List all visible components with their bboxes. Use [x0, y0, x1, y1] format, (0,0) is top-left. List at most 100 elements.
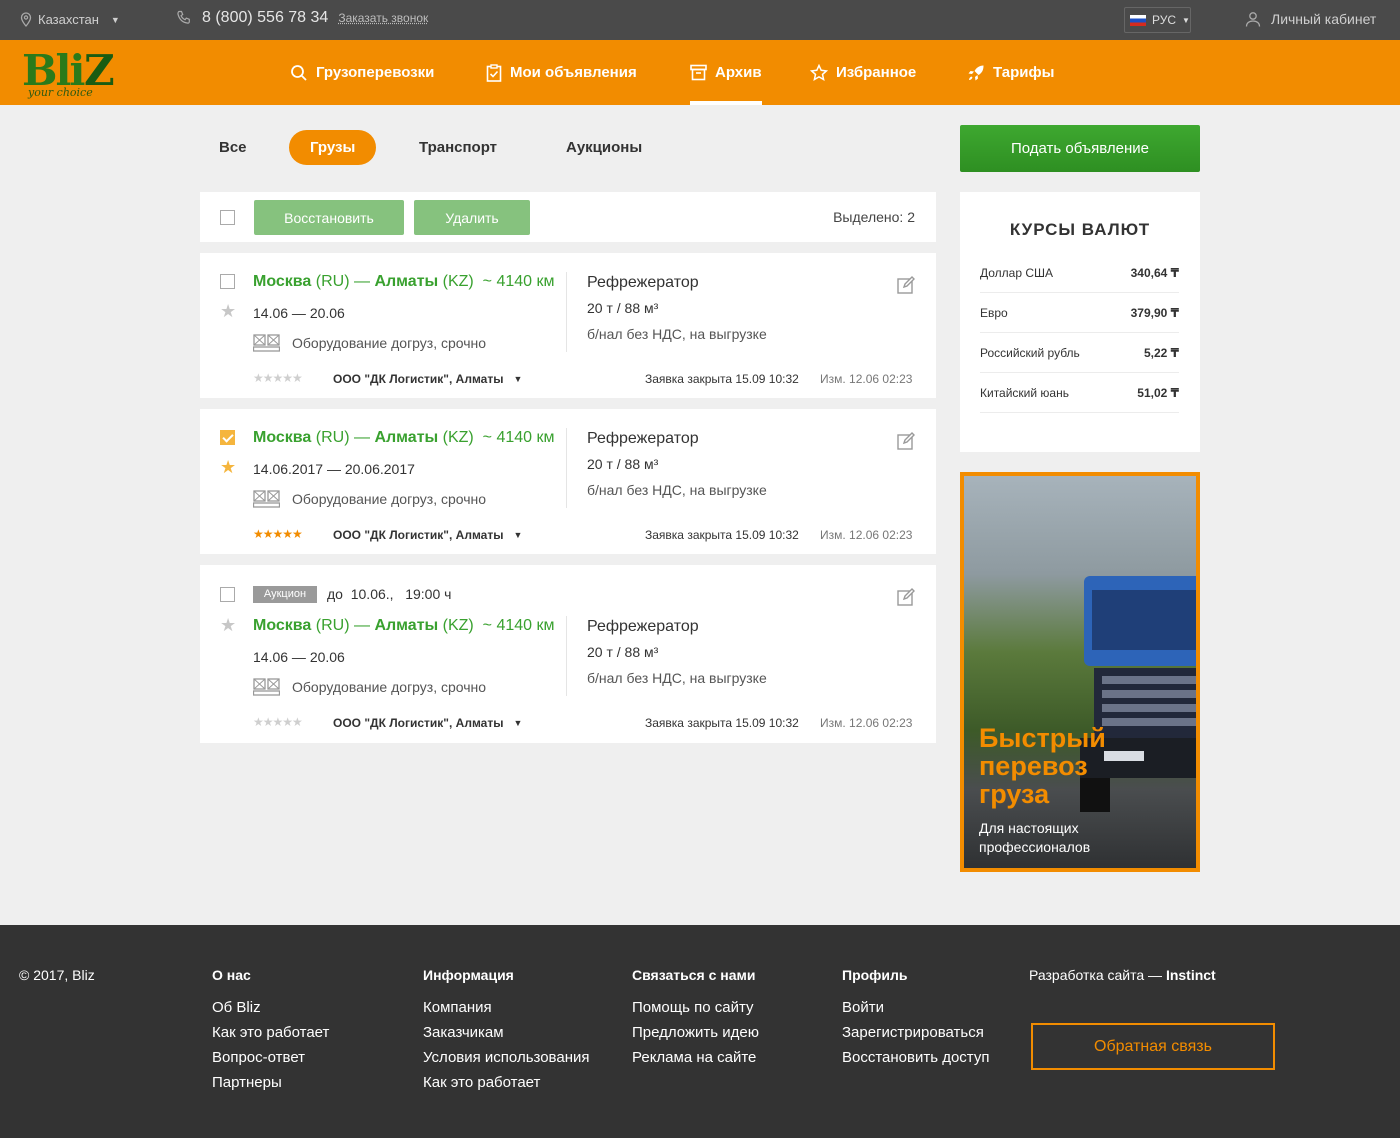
- ad-subtitle: Для настоящих профессионалов: [979, 819, 1090, 857]
- listing-dates: 14.06.2017 — 20.06.2017: [253, 461, 415, 477]
- listing-card-auction: ★ Аукцион до 10.06., 19:00 ч Москва (RU)…: [200, 565, 936, 743]
- nav-label: Мои объявления: [510, 64, 637, 81]
- footer-link[interactable]: Зарегистрироваться: [842, 1020, 989, 1045]
- submit-listing-button[interactable]: Подать объявление: [960, 125, 1200, 172]
- footer-link[interactable]: Помощь по сайту: [632, 995, 759, 1020]
- footer-link[interactable]: Заказчикам: [423, 1020, 590, 1045]
- footer-link[interactable]: Предложить идею: [632, 1020, 759, 1045]
- phone-number[interactable]: 8 (800) 556 78 34: [202, 9, 328, 27]
- route-to: Алматы: [374, 429, 439, 446]
- listing-checkbox[interactable]: [220, 430, 235, 445]
- auction-badge: Аукцион: [253, 586, 317, 603]
- route-dash: —: [354, 617, 370, 634]
- company-selector[interactable]: ООО "ДК Логистик", Алматы ▼: [333, 372, 522, 386]
- route-dash: —: [354, 429, 370, 446]
- footer-link[interactable]: Реклама на сайте: [632, 1045, 759, 1070]
- edit-icon[interactable]: [897, 432, 915, 450]
- rate-name: Российский рубль: [980, 345, 1080, 360]
- star-outline-icon: [810, 63, 828, 81]
- edit-icon[interactable]: [897, 276, 915, 294]
- location-selector[interactable]: Казахстан ▼: [20, 12, 120, 27]
- divider: [566, 428, 567, 508]
- chevron-down-icon: ▼: [513, 530, 523, 540]
- bulk-actions-toolbar: Восстановить Удалить Выделено: 2: [200, 192, 936, 242]
- favorite-star-icon[interactable]: ★: [220, 457, 236, 478]
- closed-status: Заявка закрыта 15.09 10:32: [645, 528, 799, 542]
- russia-flag-icon: [1130, 14, 1146, 26]
- route[interactable]: Москва (RU) — Алматы (KZ) ~ 4140 км: [253, 617, 554, 635]
- nav-label: Грузоперевозки: [316, 64, 435, 81]
- footer-column-title: Связаться с нами: [632, 967, 756, 983]
- filter-tab-cargo[interactable]: Грузы: [289, 130, 377, 165]
- language-label: РУС: [1152, 13, 1177, 27]
- nav-item-cargo-transport[interactable]: Грузоперевозки: [290, 40, 434, 105]
- company-name: ООО "ДК Логистик", Алматы: [333, 528, 504, 542]
- footer-link[interactable]: Как это работает: [212, 1020, 329, 1045]
- divider: [566, 616, 567, 696]
- rate-name: Доллар США: [980, 265, 1054, 280]
- filter-tab-auctions[interactable]: Аукционы: [566, 130, 642, 165]
- listing-checkbox[interactable]: [220, 587, 235, 602]
- select-all-checkbox[interactable]: [220, 210, 235, 225]
- route-dash: —: [354, 273, 370, 290]
- footer-link[interactable]: Условия использования: [423, 1045, 590, 1070]
- developer-credit[interactable]: Разработка сайта — Instinct: [1029, 967, 1216, 983]
- footer-link[interactable]: Об Bliz: [212, 995, 329, 1020]
- company-selector[interactable]: ООО "ДК Логистик", Алматы ▼: [333, 528, 522, 542]
- footer: © 2017, Bliz О нас Об Bliz Как это работ…: [0, 925, 1400, 1138]
- filter-tab-transport[interactable]: Транспорт: [419, 130, 497, 165]
- route-to-code: (KZ): [442, 273, 474, 290]
- route[interactable]: Москва (RU) — Алматы (KZ) ~ 4140 км: [253, 273, 554, 291]
- rate-value: 51,02 ₸: [1137, 385, 1179, 400]
- nav-item-favorites[interactable]: Избранное: [810, 40, 916, 105]
- cargo-description: Оборудование догруз, срочно: [253, 334, 486, 352]
- nav-item-tariffs[interactable]: Тарифы: [967, 40, 1054, 105]
- closed-status: Заявка закрыта 15.09 10:32: [645, 372, 799, 386]
- modified-date: Изм. 12.06 02:23: [820, 372, 913, 386]
- listing-checkbox[interactable]: [220, 274, 235, 289]
- route-to: Алматы: [374, 617, 439, 634]
- favorite-star-icon[interactable]: ★: [220, 301, 236, 322]
- footer-column-info: Информация Компания Заказчикам Условия и…: [423, 967, 590, 1095]
- footer-link[interactable]: Компания: [423, 995, 590, 1020]
- advertisement-banner[interactable]: Быстрый перевоз груза Для настоящих проф…: [960, 472, 1200, 872]
- footer-link[interactable]: Как это работает: [423, 1070, 590, 1095]
- phone-block: 8 (800) 556 78 34 Заказать звонок: [176, 9, 428, 27]
- route-distance: ~ 4140 км: [482, 617, 555, 634]
- developer-name: Instinct: [1165, 967, 1216, 983]
- chevron-down-icon: ▼: [513, 374, 523, 384]
- logo[interactable]: Bli Z your choice: [22, 46, 132, 102]
- language-selector[interactable]: РУС ▼: [1124, 7, 1191, 33]
- currency-rates-widget: КУРСЫ ВАЛЮТ Доллар США 340,64 ₸ Евро 379,9…: [960, 192, 1200, 452]
- feedback-button[interactable]: Обратная связь: [1031, 1023, 1275, 1070]
- ad-headline-line: груза: [979, 779, 1050, 809]
- route-from-code: (RU): [315, 617, 350, 634]
- restore-button[interactable]: Восстановить: [254, 200, 404, 235]
- callback-link[interactable]: Заказать звонок: [338, 11, 428, 25]
- company-selector[interactable]: ООО "ДК Логистик", Алматы ▼: [333, 716, 522, 730]
- rates-title: КУРСЫ ВАЛЮТ: [1009, 220, 1151, 239]
- delete-button[interactable]: Удалить: [414, 200, 530, 235]
- route-to: Алматы: [374, 273, 439, 290]
- filter-tab-all[interactable]: Все: [219, 130, 247, 165]
- transport-load: 20 т / 88 м³: [587, 644, 659, 660]
- listing-dates: 14.06 — 20.06: [253, 649, 345, 665]
- rate-name: Китайский юань: [980, 385, 1069, 400]
- edit-icon[interactable]: [897, 588, 915, 606]
- nav-item-archive[interactable]: Архив: [690, 40, 762, 105]
- personal-cabinet-link[interactable]: Личный кабинет: [1245, 11, 1376, 27]
- rate-row: Китайский юань 51,02 ₸: [980, 373, 1179, 413]
- payment-terms: б/нал без НДС, на выгрузке: [587, 326, 767, 342]
- footer-link[interactable]: Партнеры: [212, 1070, 329, 1095]
- footer-link[interactable]: Восстановить доступ: [842, 1045, 989, 1070]
- route[interactable]: Москва (RU) — Алматы (KZ) ~ 4140 км: [253, 429, 554, 447]
- favorite-star-icon[interactable]: ★: [220, 615, 236, 636]
- location-label: Казахстан: [38, 12, 99, 27]
- nav-item-my-listings[interactable]: Мои объявления: [486, 40, 637, 105]
- footer-link[interactable]: Войти: [842, 995, 989, 1020]
- company-rating: ★★★★★: [253, 527, 303, 541]
- cargo-description: Оборудование догруз, срочно: [253, 490, 486, 508]
- phone-icon: [177, 10, 190, 24]
- footer-link[interactable]: Вопрос-ответ: [212, 1045, 329, 1070]
- ad-headline: Быстрый перевоз груза: [979, 724, 1106, 808]
